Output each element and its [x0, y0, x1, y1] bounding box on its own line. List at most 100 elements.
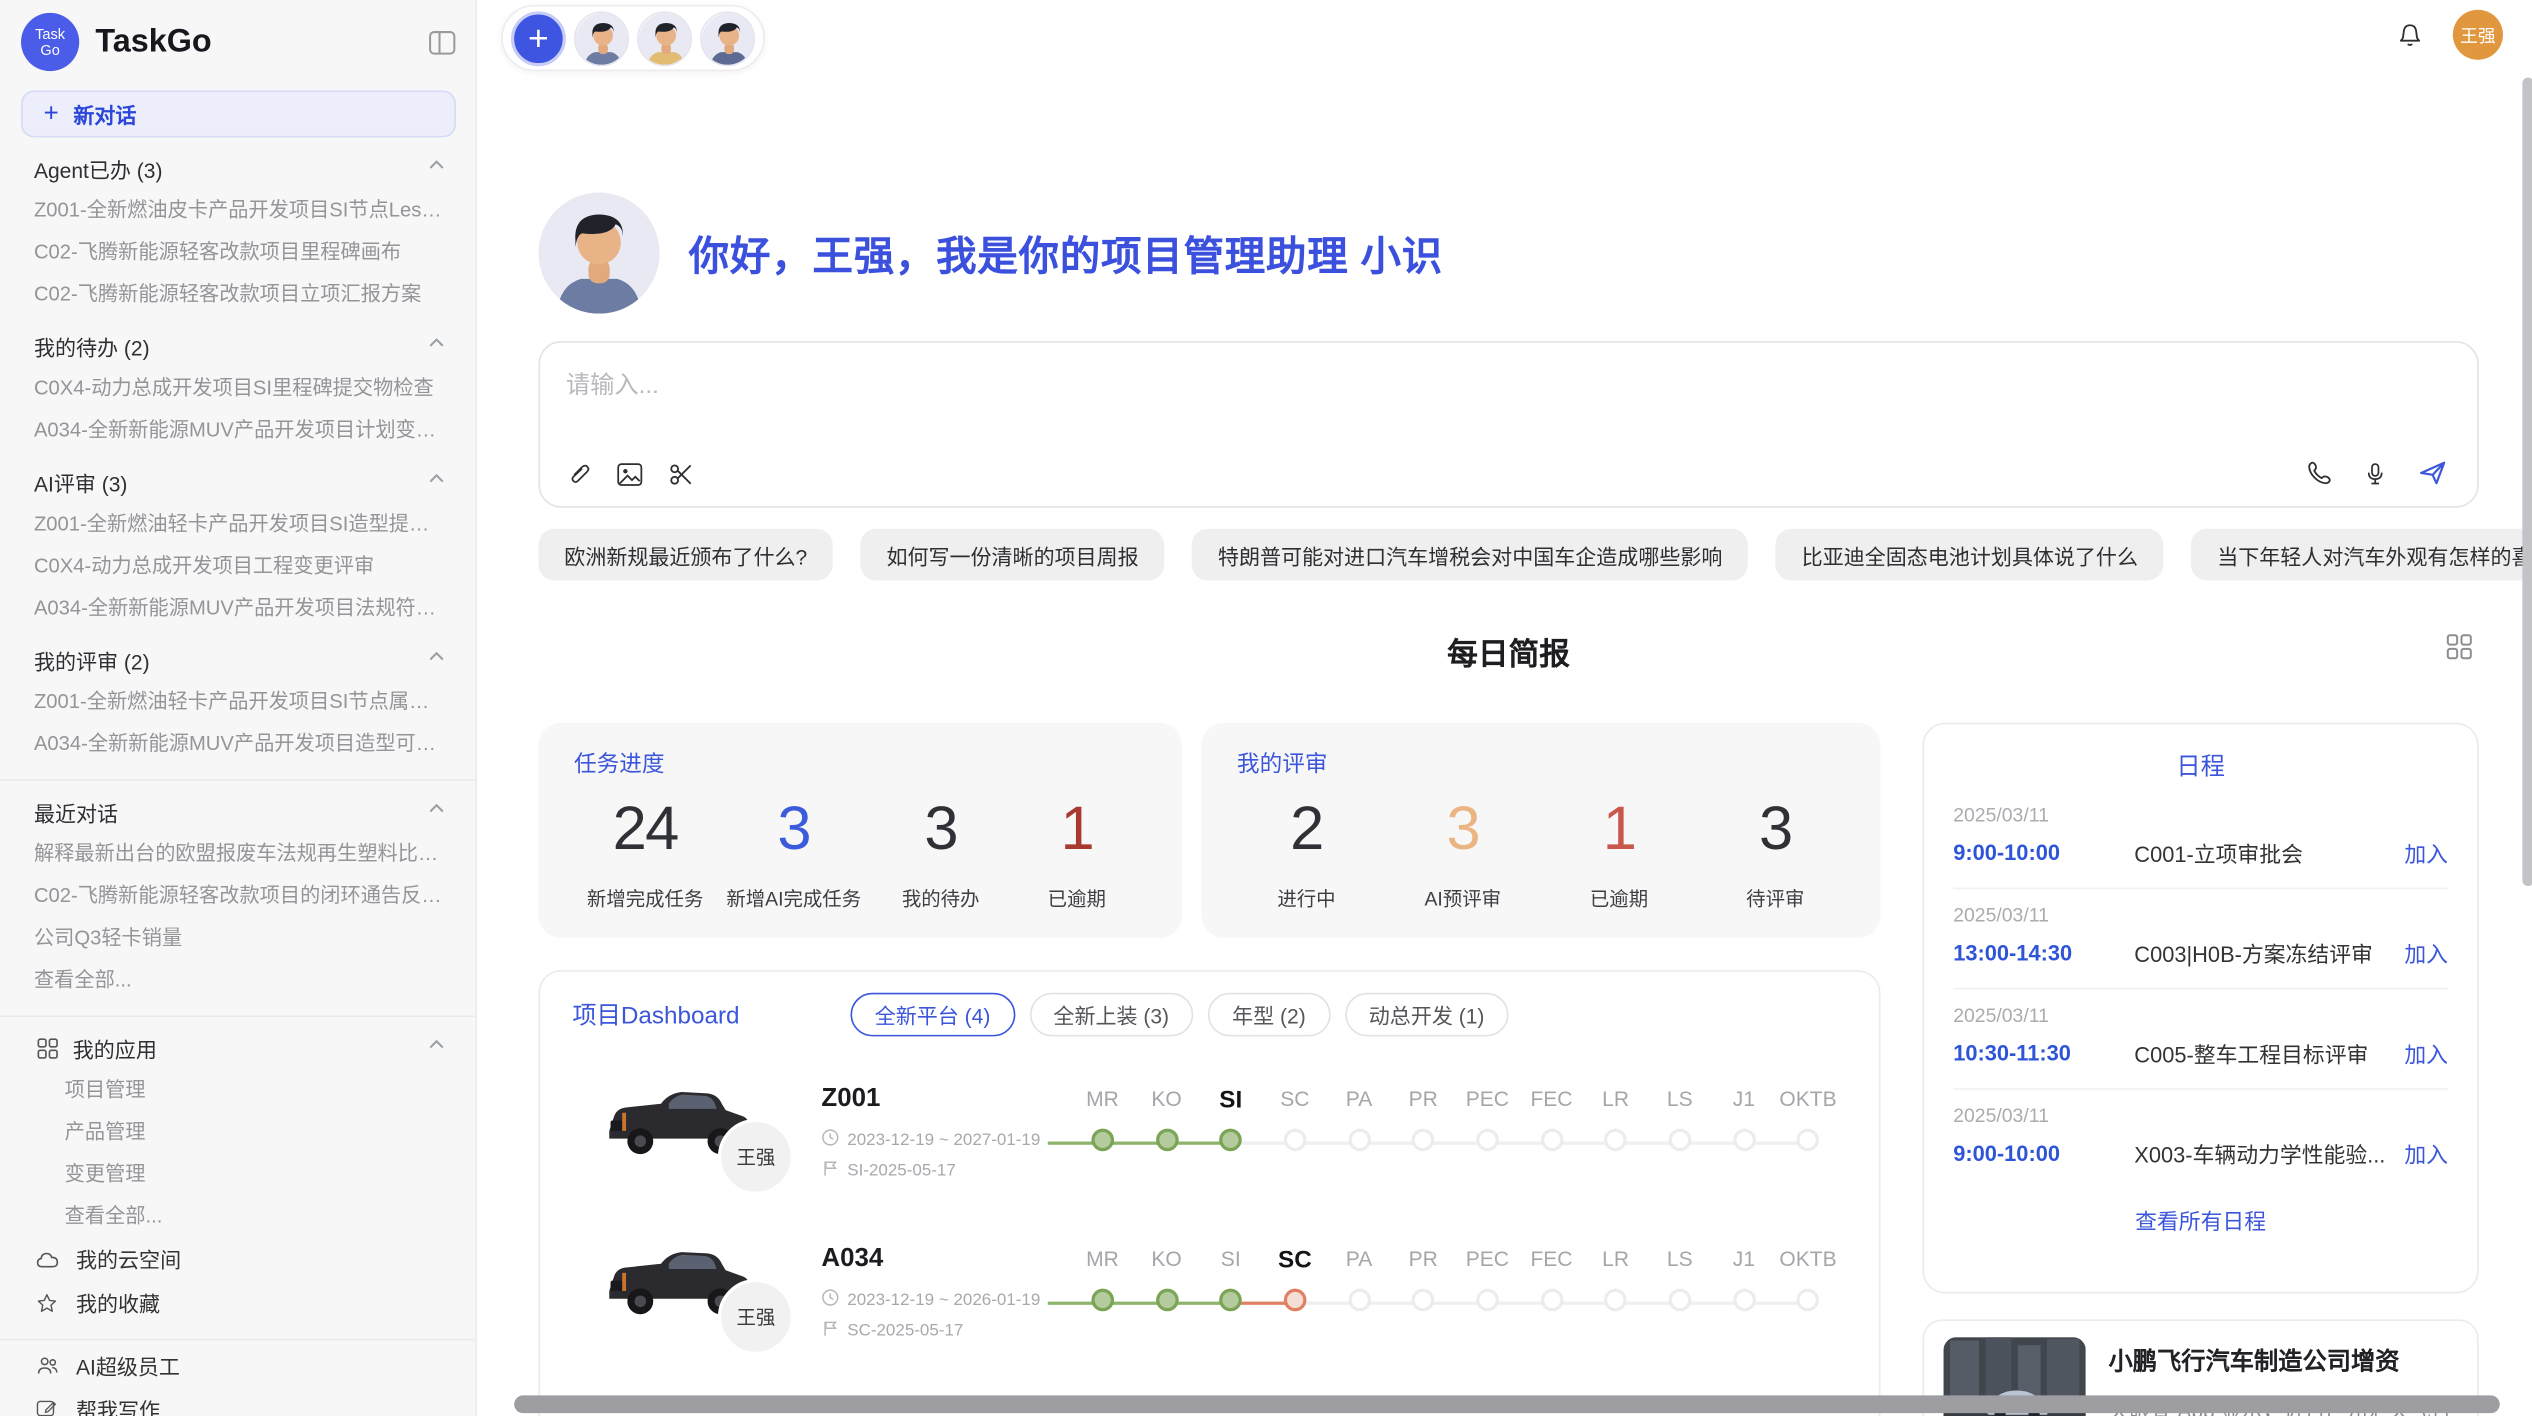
schedule-title: 日程: [1953, 724, 2448, 789]
app-item[interactable]: 项目管理: [0, 1069, 475, 1111]
milestone-track: MRKOSISCPAPRPECFECLRLSJ1OKTB: [1054, 1246, 1850, 1340]
view-all-schedule-link[interactable]: 查看所有日程: [1953, 1188, 2448, 1235]
stat-value: 1: [1562, 796, 1675, 866]
milestone-dot-wrap: [1776, 1128, 1840, 1157]
recent-conversations-header-title: 最近对话: [34, 796, 427, 827]
milestone-fec: FEC: [1519, 1086, 1583, 1157]
add-contact-button[interactable]: +: [511, 11, 566, 66]
sidebar-tool-write[interactable]: 帮我写作: [0, 1387, 475, 1416]
suggestion-chip[interactable]: 比亚迪全固态电池计划具体说了什么: [1776, 529, 2164, 581]
my-apps-header[interactable]: 我的应用: [0, 1027, 475, 1069]
message-input[interactable]: [540, 343, 2477, 437]
apps-view-all-link[interactable]: 查看全部...: [0, 1195, 475, 1237]
milestone-dot-wrap: [1776, 1288, 1840, 1317]
milestone-ko: KO: [1135, 1246, 1199, 1317]
logo-line2: Go: [40, 42, 59, 58]
join-meeting-link[interactable]: 加入: [2404, 936, 2448, 968]
dashboard-tab[interactable]: 全新平台 (4): [850, 993, 1014, 1037]
layout-grid-icon[interactable]: [2446, 634, 2472, 668]
sidebar-section-header-1[interactable]: 我的待办 (2): [0, 325, 475, 367]
project-code: Z001: [821, 1084, 1054, 1113]
sidebar-section-header-3[interactable]: 我的评审 (2): [0, 639, 475, 681]
user-avatar[interactable]: 王强: [2453, 10, 2503, 60]
sidebar-task-item[interactable]: A034-全新新能源MUV产品开发项目法规符合性评审: [0, 587, 475, 629]
horizontal-scrollbar[interactable]: [514, 1395, 2500, 1413]
stat-cell: 3新增AI完成任务: [726, 796, 861, 912]
image-icon[interactable]: [616, 461, 643, 488]
milestone-label: FEC: [1519, 1086, 1583, 1126]
dashboard-tab[interactable]: 年型 (2): [1208, 993, 1330, 1037]
vertical-scrollbar[interactable]: [2522, 78, 2532, 886]
divider: [0, 1015, 475, 1017]
recent-view-all-link[interactable]: 查看全部...: [0, 959, 475, 1001]
suggestion-chip[interactable]: 特朗普可能对进口汽车增税会对中国车企造成哪些影响: [1192, 529, 1748, 581]
new-chat-button[interactable]: + 新对话: [21, 91, 456, 138]
join-meeting-link[interactable]: 加入: [2404, 836, 2448, 868]
sidebar-task-item[interactable]: Z001-全新燃油皮卡产品开发项目SI节点Lesson Learn报告: [0, 189, 475, 231]
greeting-text: 你好，王强，我是你的项目管理助理 小识: [689, 224, 1443, 282]
member-avatar[interactable]: [637, 11, 692, 66]
milestone-label: KO: [1135, 1086, 1199, 1126]
sidebar-task-item[interactable]: C0X4-动力总成开发项目SI里程碑提交物检查: [0, 367, 475, 409]
sidebar-task-item[interactable]: A034-全新新能源MUV产品开发项目造型可行性评审: [0, 723, 475, 765]
member-avatar[interactable]: [574, 11, 629, 66]
recent-conversation-item[interactable]: 公司Q3轻卡销量: [0, 917, 475, 959]
sidebar-section-header-2[interactable]: AI评审 (3): [0, 461, 475, 503]
member-avatar[interactable]: [700, 11, 755, 66]
dashboard-tab[interactable]: 动总开发 (1): [1345, 993, 1509, 1037]
divider: [0, 779, 475, 781]
milestone-dot: [1797, 1128, 1820, 1151]
phone-icon[interactable]: [2306, 459, 2333, 486]
milestone-dot: [1348, 1288, 1371, 1311]
quick-access-pill: +: [501, 5, 765, 71]
sidebar-collapse-icon[interactable]: [428, 30, 455, 54]
milestone-dot: [1155, 1128, 1178, 1151]
suggestion-chip[interactable]: 当下年轻人对汽车外观有怎样的喜好趋势: [2191, 529, 2532, 581]
sidebar-tool-people[interactable]: AI超级员工: [0, 1344, 475, 1388]
recent-conversation-item[interactable]: 解释最新出台的欧盟报废车法规再生塑料比例被调至15%...: [0, 833, 475, 875]
send-icon[interactable]: [2417, 458, 2448, 489]
join-meeting-link[interactable]: 加入: [2404, 1036, 2448, 1068]
sidebar-item-cloud-space[interactable]: 我的云空间: [0, 1237, 475, 1281]
stat-card: 任务进度24新增完成任务3新增AI完成任务3我的待办1已逾期: [538, 723, 1182, 938]
paperclip-icon[interactable]: [566, 461, 592, 488]
notification-bell-icon[interactable]: [2396, 20, 2423, 49]
sidebar-item-favorites[interactable]: 我的收藏: [0, 1281, 475, 1325]
app-item[interactable]: 产品管理: [0, 1111, 475, 1153]
stat-card: 我的评审2进行中3AI预评审1已逾期3待评审: [1201, 723, 1880, 938]
scissors-icon[interactable]: [668, 461, 695, 488]
suggestion-chip[interactable]: 欧洲新规最近颁布了什么?: [538, 529, 833, 581]
suggestion-chip[interactable]: 如何写一份清晰的项目周报: [861, 529, 1165, 581]
project-visual: 王强: [601, 1060, 798, 1206]
stat-label: AI预评审: [1406, 884, 1519, 911]
stat-value: 24: [587, 796, 703, 866]
milestone-label: LR: [1584, 1246, 1648, 1286]
sidebar-task-item[interactable]: C0X4-动力总成开发项目工程变更评审: [0, 545, 475, 587]
project-row: 王强Z0012023-12-19 ~ 2027-01-19SI-2025-05-…: [540, 1049, 1879, 1209]
milestone-dot: [1476, 1128, 1499, 1151]
recent-conversations-header[interactable]: 最近对话: [0, 791, 475, 833]
sidebar-section-header-0[interactable]: Agent已办 (3): [0, 147, 475, 189]
sidebar-task-item[interactable]: Z001-全新燃油轻卡产品开发项目SI节点属性5D文件评审: [0, 681, 475, 723]
chevron-up-icon: [427, 645, 446, 674]
logo-line1: Task: [35, 26, 65, 42]
stat-cell: 3我的待办: [884, 796, 997, 912]
my-apps-title: 我的应用: [73, 1032, 427, 1063]
join-meeting-link[interactable]: 加入: [2404, 1137, 2448, 1169]
recent-conversation-item[interactable]: C02-飞腾新能源轻客改款项目的闭环通告反馈情况: [0, 875, 475, 917]
milestone-j1: J1: [1712, 1086, 1776, 1157]
sidebar-section-header-3-title: 我的评审 (2): [34, 644, 427, 675]
sidebar-task-item[interactable]: Z001-全新燃油轻卡产品开发项目SI造型提交物评审: [0, 503, 475, 545]
sidebar-task-item[interactable]: C02-飞腾新能源轻客改款项目里程碑画布: [0, 231, 475, 273]
app-item[interactable]: 变更管理: [0, 1153, 475, 1195]
milestone-dot: [1604, 1288, 1627, 1311]
sidebar-task-item[interactable]: A034-全新新能源MUV产品开发项目计划变更表编写: [0, 409, 475, 451]
microphone-icon[interactable]: [2362, 458, 2388, 487]
stat-cell: 24新增完成任务: [587, 796, 703, 912]
divider: [0, 1339, 475, 1341]
schedule-card: 日程 2025/03/119:00-10:00C001-立项审批会加入2025/…: [1922, 723, 2478, 1294]
app-title: TaskGo: [95, 23, 428, 60]
dashboard-tab[interactable]: 全新上装 (3): [1029, 993, 1193, 1037]
sidebar-task-item[interactable]: C02-飞腾新能源轻客改款项目立项汇报方案: [0, 273, 475, 315]
dashboard-title: 项目Dashboard: [572, 998, 850, 1032]
